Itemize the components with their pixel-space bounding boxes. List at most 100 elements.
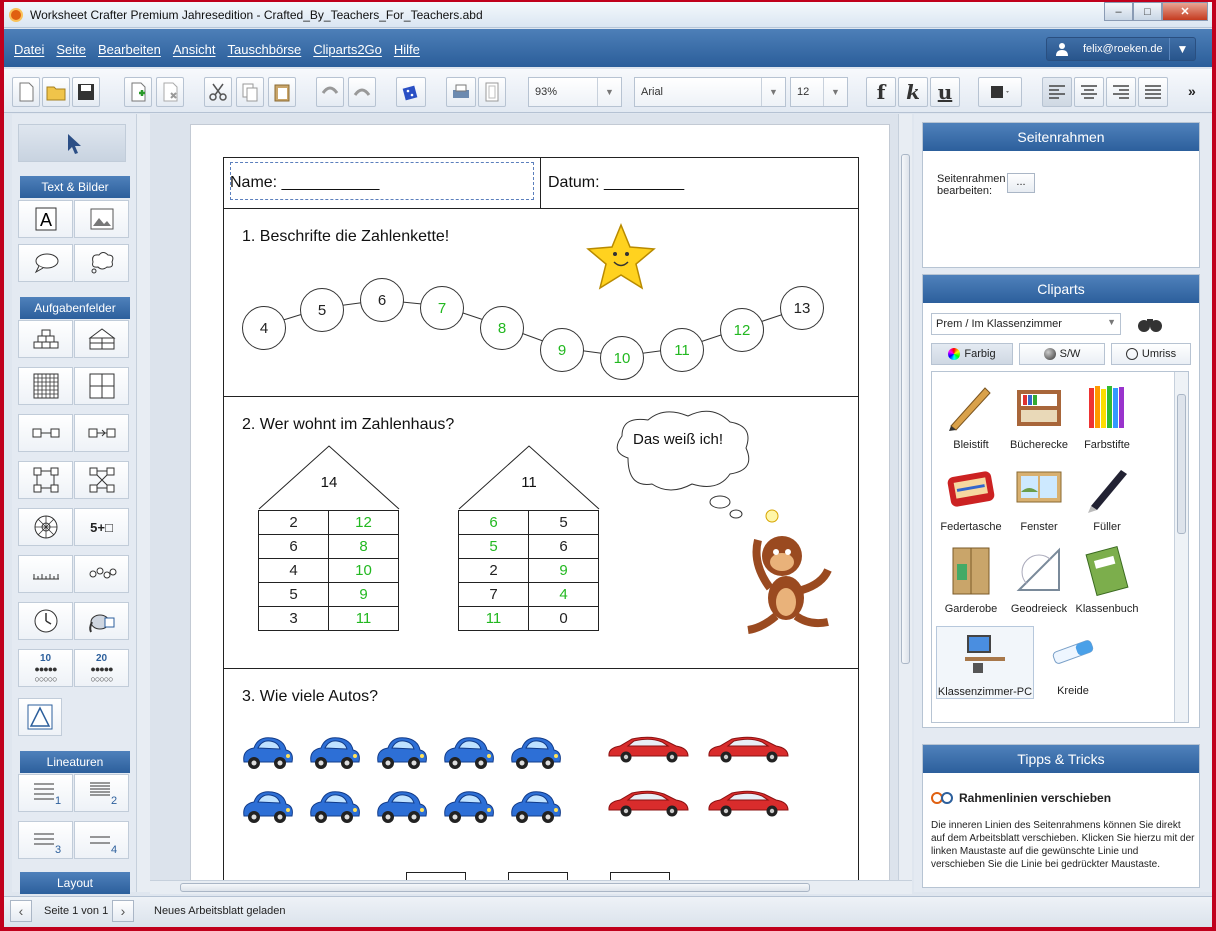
house-cell[interactable]: 6 — [258, 534, 329, 559]
canvas-vertical-scrollbar[interactable] — [898, 114, 912, 880]
user-menu[interactable]: felix@roeken.de ▼ — [1046, 37, 1196, 61]
scroll-thumb[interactable] — [901, 154, 910, 664]
counting-10-tool-button[interactable]: 10 ●●●●● ○○○○○ — [18, 649, 73, 687]
scroll-thumb[interactable] — [180, 883, 810, 892]
elephant-tool-button[interactable] — [74, 602, 129, 640]
add-page-button[interactable] — [124, 77, 152, 107]
menu-item-bearbeiten[interactable]: Bearbeiten — [98, 42, 161, 57]
house-cell[interactable]: 0 — [528, 606, 599, 631]
house-cell[interactable]: 6 — [528, 534, 599, 559]
house-cell[interactable]: 7 — [458, 582, 529, 607]
chain-number[interactable]: 5 — [300, 288, 344, 332]
house-cell[interactable]: 8 — [328, 534, 399, 559]
blue-car-clipart[interactable] — [508, 786, 562, 829]
dice-button[interactable] — [396, 77, 426, 107]
lines-3-tool-button[interactable]: 3 — [18, 821, 73, 859]
frame-line[interactable] — [224, 668, 858, 669]
house-cell[interactable]: 12 — [328, 510, 399, 535]
frame-line[interactable] — [224, 208, 858, 209]
blue-car-clipart[interactable] — [508, 732, 562, 775]
align-left-button[interactable] — [1042, 77, 1072, 107]
save-button[interactable] — [72, 77, 100, 107]
text-tool-button[interactable]: A — [18, 200, 73, 238]
close-button[interactable]: ✕ — [1162, 2, 1208, 21]
monkey-clipart[interactable] — [732, 504, 842, 634]
lines-4-tool-button[interactable]: 4 — [74, 821, 129, 859]
menu-item-ansicht[interactable]: Ansicht — [173, 42, 216, 57]
menu-item-hilfe[interactable]: Hilfe — [394, 42, 420, 57]
scroll-thumb[interactable] — [1177, 394, 1186, 534]
maximize-button[interactable]: □ — [1133, 2, 1162, 21]
font-select[interactable]: Arial ▼ — [634, 77, 786, 107]
menu-item-seite[interactable]: Seite — [56, 42, 86, 57]
lines-2-tool-button[interactable]: 2 — [74, 774, 129, 812]
chain-number[interactable]: 11 — [660, 328, 704, 372]
color-button[interactable] — [978, 77, 1022, 107]
undo-button[interactable] — [316, 77, 344, 107]
house-cell[interactable]: 4 — [258, 558, 329, 583]
blue-car-clipart[interactable] — [240, 732, 294, 775]
red-car-clipart[interactable] — [706, 786, 790, 823]
filter-bw-button[interactable]: S/W — [1019, 343, 1105, 365]
clipart-item[interactable]: Bleistift — [936, 380, 1006, 451]
new-document-button[interactable] — [12, 77, 40, 107]
grid-tool-button[interactable] — [18, 367, 73, 405]
house-cell[interactable]: 5 — [458, 534, 529, 559]
answer-box[interactable] — [406, 872, 466, 880]
align-right-button[interactable] — [1106, 77, 1136, 107]
house-cell[interactable]: 2 — [458, 558, 529, 583]
cross-network-tool-button[interactable] — [74, 461, 129, 499]
frame-line[interactable] — [224, 396, 858, 397]
clipart-item[interactable]: Federtasche — [936, 462, 1006, 533]
clipart-scrollbar[interactable] — [1174, 372, 1188, 722]
chain-number[interactable]: 13 — [780, 286, 824, 330]
ruler-tool-button[interactable] — [18, 555, 73, 593]
tool-panel-scrollbar[interactable] — [136, 114, 150, 892]
next-page-button[interactable]: › — [112, 900, 134, 922]
red-car-clipart[interactable] — [606, 786, 690, 823]
house-cell[interactable]: 9 — [528, 558, 599, 583]
menu-item-cliparts2go[interactable]: Cliparts2Go — [313, 42, 382, 57]
chain-number[interactable]: 4 — [242, 306, 286, 350]
prev-page-button[interactable]: ‹ — [10, 900, 32, 922]
geometry-tool-button[interactable] — [18, 698, 62, 736]
chain-number[interactable]: 12 — [720, 308, 764, 352]
number-network-tool-button[interactable] — [18, 461, 73, 499]
number-line-tool-button[interactable] — [74, 555, 129, 593]
house-cell[interactable]: 9 — [328, 582, 399, 607]
paste-button[interactable] — [268, 77, 296, 107]
blue-car-clipart[interactable] — [441, 732, 495, 775]
select-tool-button[interactable] — [18, 124, 126, 162]
minimize-button[interactable]: – — [1104, 2, 1133, 21]
binoculars-icon[interactable] — [1137, 315, 1163, 333]
image-tool-button[interactable] — [74, 200, 129, 238]
blue-car-clipart[interactable] — [240, 786, 294, 829]
blue-car-clipart[interactable] — [374, 732, 428, 775]
blue-car-clipart[interactable] — [307, 732, 361, 775]
blue-car-clipart[interactable] — [374, 786, 428, 829]
clock-tool-button[interactable] — [18, 602, 73, 640]
clipart-item[interactable]: Farbstifte — [1072, 380, 1142, 451]
arrow-task-tool-button[interactable] — [18, 414, 73, 452]
open-button[interactable] — [42, 77, 70, 107]
lines-1-tool-button[interactable]: 1 — [18, 774, 73, 812]
frame-edit-button[interactable]: ... — [1007, 173, 1035, 193]
house-cell[interactable]: 11 — [458, 606, 529, 631]
clipart-item[interactable]: Fenster — [1004, 462, 1074, 533]
clipart-item[interactable]: Garderobe — [936, 544, 1006, 615]
underline-button[interactable]: u — [930, 77, 960, 107]
clipart-category-select[interactable]: Prem / Im Klassenzimmer ▼ — [931, 313, 1121, 335]
delete-page-button[interactable] — [156, 77, 184, 107]
copy-button[interactable] — [236, 77, 264, 107]
red-car-clipart[interactable] — [606, 732, 690, 769]
house-cell[interactable]: 3 — [258, 606, 329, 631]
worksheet-canvas[interactable]: Name: ___________ Datum: _________ 1. Be… — [150, 114, 902, 880]
chain-number[interactable]: 6 — [360, 278, 404, 322]
bold-button[interactable]: f — [866, 77, 896, 107]
house-cell[interactable]: 4 — [528, 582, 599, 607]
clipart-item[interactable]: Füller — [1072, 462, 1142, 533]
speech-bubble-tool-button[interactable] — [18, 244, 73, 282]
counting-20-tool-button[interactable]: 20 ●●●●● ○○○○○ — [74, 649, 129, 687]
calculation-tool-button[interactable]: 5+□ — [74, 508, 129, 546]
clipart-item[interactable]: Geodreieck — [1004, 544, 1074, 615]
